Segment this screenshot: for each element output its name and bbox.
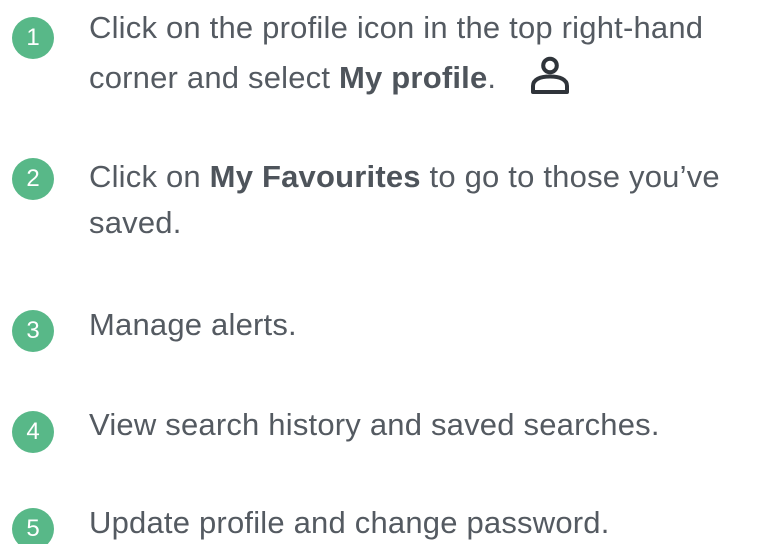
step-2-line-1: Click on My Favourites to go to those yo… [89, 155, 765, 199]
step-number-badge: 5 [12, 508, 54, 544]
step-3-text: Manage alerts. [89, 307, 297, 342]
step-1-line-2: corner and select My profile. [89, 56, 765, 100]
step-4-text: View search history and saved searches. [89, 407, 660, 442]
my-favourites-label: My Favourites [209, 159, 421, 194]
person-icon [531, 56, 570, 94]
step-2-text: Click on My Favourites to go to those yo… [89, 155, 765, 245]
step-2-line-1-suffix: to go to those you’ve [420, 159, 720, 194]
instructions-page: 1 Click on the profile icon in the top r… [0, 0, 765, 544]
step-2-line-2: saved. [89, 205, 182, 240]
step-2-line-1-prefix: Click on [89, 159, 210, 194]
step-number-badge: 2 [12, 158, 54, 200]
step-1-line-1: Click on the profile icon in the top rig… [89, 10, 704, 45]
step-5-text: Update profile and change password. [89, 505, 610, 540]
my-profile-label: My profile [339, 60, 488, 95]
step-number-badge: 4 [12, 411, 54, 453]
step-number-badge: 1 [12, 17, 54, 59]
step-number-badge: 3 [12, 310, 54, 352]
step-1-text: Click on the profile icon in the top rig… [89, 6, 765, 100]
step-1-line-2-suffix: . [487, 60, 497, 95]
step-1-line-2-prefix: corner and select [89, 60, 340, 95]
